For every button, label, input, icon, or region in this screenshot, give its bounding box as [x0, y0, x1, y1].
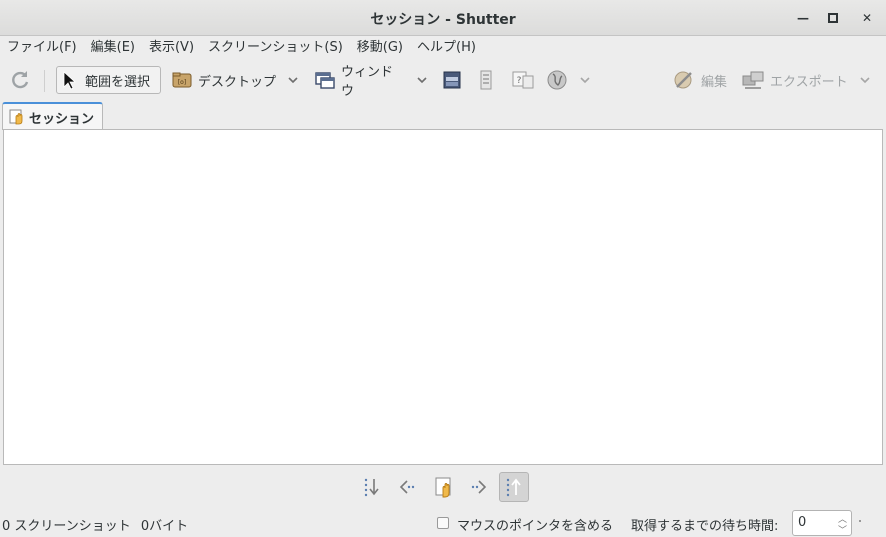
session-view[interactable] [3, 129, 883, 465]
arrow-right-icon [468, 476, 490, 498]
session-hand-icon [433, 476, 455, 498]
window-title: セッション - Shutter [370, 12, 516, 28]
navigation-bar [0, 468, 886, 506]
menu-capture-button[interactable] [474, 66, 498, 94]
section-window-icon [441, 69, 463, 91]
desktop-capture-button[interactable]: [o] デスクトップ [172, 66, 304, 94]
svg-text:[o]: [o] [178, 79, 186, 86]
close-button[interactable]: ✕ [855, 6, 879, 30]
menu-list-icon [477, 69, 495, 91]
session-tabs: セッション [0, 101, 886, 130]
status-bar: 0 スクリーンショット 0バイト マウスのポインタを含める 取得するまでの待ち時… [0, 508, 886, 537]
desktop-folder-icon: [o] [172, 71, 192, 89]
arrow-up-dots-icon [503, 476, 525, 498]
refresh-icon [11, 70, 31, 90]
window-label: ウィンドウ [341, 65, 394, 99]
redo-capture-button[interactable] [8, 66, 34, 94]
resize-grip[interactable] [859, 520, 861, 522]
screenshot-count: 0 スクリーンショット [2, 519, 131, 534]
delay-label: 取得するまでの待ち時間: [631, 519, 779, 534]
session-stats: 0 スクリーンショット 0バイト [2, 515, 188, 534]
menu-file[interactable]: ファイル(F) [0, 37, 84, 59]
delay-value[interactable]: 0 [798, 515, 806, 530]
minimize-button[interactable]: — [791, 6, 815, 30]
go-last-button[interactable] [357, 472, 387, 502]
session-hand-icon [9, 109, 25, 125]
window-icon [315, 71, 335, 89]
go-next-button[interactable] [464, 472, 494, 502]
delay-spinbutton[interactable]: 0 ︿ ﹀ [792, 510, 852, 536]
menu-screenshot[interactable]: スクリーンショット(S) [201, 37, 350, 59]
close-icon: ✕ [861, 11, 873, 25]
menu-go[interactable]: 移動(G) [350, 37, 410, 59]
tooltip-capture-button[interactable]: ? [510, 66, 536, 94]
tooltip-icon: ? [511, 69, 535, 91]
title-bar[interactable]: セッション - Shutter — ✕ [0, 0, 886, 36]
globe-icon [546, 69, 568, 91]
minimize-icon: — [797, 11, 809, 25]
export-label: エクスポート [770, 74, 848, 90]
chevron-down-icon[interactable] [580, 76, 590, 84]
menu-view[interactable]: 表示(V) [142, 37, 201, 59]
svg-text:?: ? [517, 76, 522, 86]
select-area-button[interactable]: 範囲を選択 [56, 66, 161, 94]
spin-down-icon[interactable]: ﹀ [838, 523, 847, 536]
menu-bar: ファイル(F) 編集(E) 表示(V) スクリーンショット(S) 移動(G) ヘ… [0, 37, 886, 59]
paint-edit-icon [673, 69, 695, 91]
arrow-left-icon [396, 476, 418, 498]
session-overview-button[interactable] [429, 472, 459, 502]
web-capture-button[interactable] [546, 66, 598, 94]
cursor-arrow-icon [61, 70, 77, 90]
window-capture-button[interactable]: ウィンドウ [315, 65, 427, 99]
maximize-icon [828, 13, 838, 23]
go-first-button[interactable] [499, 472, 529, 502]
export-network-icon [742, 70, 764, 90]
include-cursor-checkbox[interactable] [437, 517, 449, 529]
menu-help[interactable]: ヘルプ(H) [410, 37, 483, 59]
maximize-button[interactable] [821, 6, 845, 30]
chevron-down-icon[interactable] [288, 76, 298, 84]
tab-session[interactable]: セッション [2, 102, 103, 130]
chevron-down-icon[interactable] [860, 76, 870, 84]
session-size: 0バイト [140, 519, 189, 534]
edit-label: 編集 [701, 74, 728, 90]
select-area-label: 範囲を選択 [85, 74, 151, 90]
desktop-label: デスクトップ [198, 74, 277, 90]
include-cursor-label: マウスのポインタを含める [457, 519, 614, 534]
edit-button[interactable]: 編集 [673, 66, 733, 94]
export-button[interactable]: エクスポート [742, 66, 876, 94]
toolbar: 範囲を選択 [o] デスクトップ ウィンドウ ? 編集 エクスポート [0, 62, 886, 99]
tab-session-label: セッション [29, 111, 95, 127]
section-capture-button[interactable] [440, 66, 464, 94]
menu-edit[interactable]: 編集(E) [84, 37, 142, 59]
chevron-down-icon[interactable] [417, 76, 427, 84]
arrow-down-dots-icon [361, 476, 383, 498]
go-previous-button[interactable] [392, 472, 422, 502]
